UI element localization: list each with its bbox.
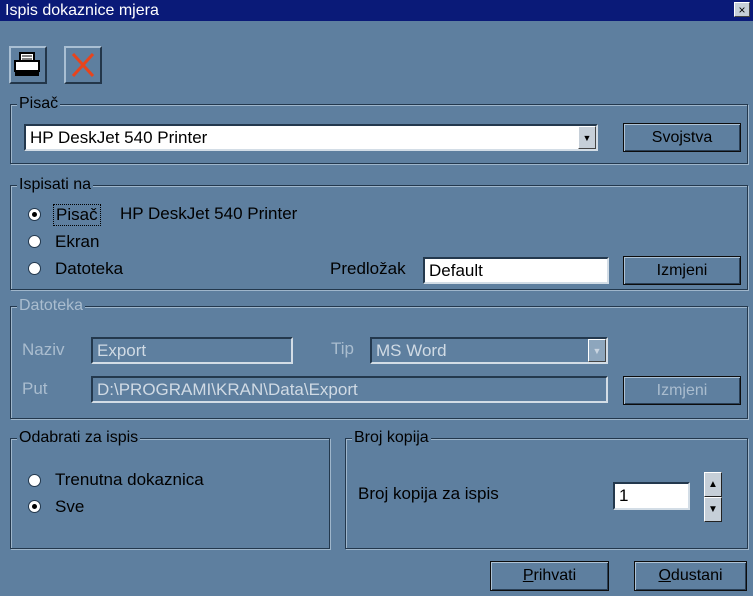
accept-button-text: rihvati bbox=[533, 567, 577, 584]
accept-button-hotkey: P bbox=[522, 567, 534, 584]
copies-field[interactable]: 1 bbox=[613, 482, 690, 510]
file-name-field[interactable]: Export bbox=[91, 337, 293, 364]
copies-group-legend: Broj kopija bbox=[352, 429, 431, 447]
file-type-label: Tip bbox=[331, 339, 354, 358]
printer-group-legend: Pisač bbox=[17, 95, 61, 113]
output-radio-printer-label: Pisač bbox=[53, 204, 101, 226]
cancel-toolbar-button[interactable] bbox=[64, 46, 102, 84]
accept-button[interactable]: Prihvati bbox=[490, 561, 609, 591]
output-radio-file[interactable] bbox=[28, 262, 41, 275]
select-radio-all[interactable] bbox=[28, 500, 41, 513]
select-group bbox=[10, 438, 330, 549]
output-radio-screen-label: Ekran bbox=[55, 232, 100, 251]
chevron-down-icon[interactable]: ▼ bbox=[588, 339, 606, 362]
select-radio-all-label: Sve bbox=[55, 497, 85, 516]
select-radio-current[interactable] bbox=[28, 474, 41, 487]
output-radio-file-label: Datoteka bbox=[55, 259, 124, 278]
properties-button[interactable]: Svojstva bbox=[623, 123, 741, 152]
template-change-button[interactable]: Izmjeni bbox=[623, 256, 741, 285]
output-radio-screen[interactable] bbox=[28, 235, 41, 248]
output-radio-printer[interactable] bbox=[28, 208, 41, 221]
select-radio-current-label: Trenutna dokaznica bbox=[55, 470, 204, 489]
printer-select[interactable]: HP DeskJet 540 Printer ▼ bbox=[24, 124, 598, 151]
printer-icon bbox=[14, 52, 40, 76]
template-label: Predložak bbox=[330, 259, 406, 278]
cancel-button-hotkey: O bbox=[658, 567, 671, 584]
file-name-label: Naziv bbox=[22, 340, 65, 359]
spin-up-icon[interactable]: ▲ bbox=[704, 472, 722, 497]
close-icon[interactable]: × bbox=[734, 2, 750, 17]
print-button[interactable] bbox=[9, 46, 47, 84]
output-printer-name: HP DeskJet 540 Printer bbox=[120, 204, 298, 223]
output-group-legend: Ispisati na bbox=[17, 176, 94, 194]
copies-label: Broj kopija za ispis bbox=[358, 484, 499, 503]
file-path-change-button[interactable]: Izmjeni bbox=[623, 376, 741, 405]
file-type-select[interactable]: MS Word ▼ bbox=[370, 337, 608, 364]
spin-down-icon[interactable]: ▼ bbox=[704, 497, 722, 522]
x-icon bbox=[71, 52, 95, 78]
select-group-legend: Odabrati za ispis bbox=[17, 429, 141, 447]
cancel-button-text: dustani bbox=[670, 567, 723, 584]
title-bar: Ispis dokaznice mjera × bbox=[0, 0, 753, 21]
chevron-down-icon[interactable]: ▼ bbox=[578, 126, 596, 149]
file-path-field[interactable]: D:\PROGRAMI\KRAN\Data\Export bbox=[91, 376, 608, 403]
window-title: Ispis dokaznice mjera bbox=[5, 2, 159, 19]
file-group-legend: Datoteka bbox=[17, 297, 86, 315]
template-field[interactable]: Default bbox=[423, 257, 609, 284]
printer-select-value: HP DeskJet 540 Printer bbox=[30, 128, 208, 147]
cancel-button[interactable]: Odustani bbox=[634, 561, 747, 591]
file-path-label: Put bbox=[22, 379, 48, 398]
file-type-value: MS Word bbox=[376, 341, 447, 360]
